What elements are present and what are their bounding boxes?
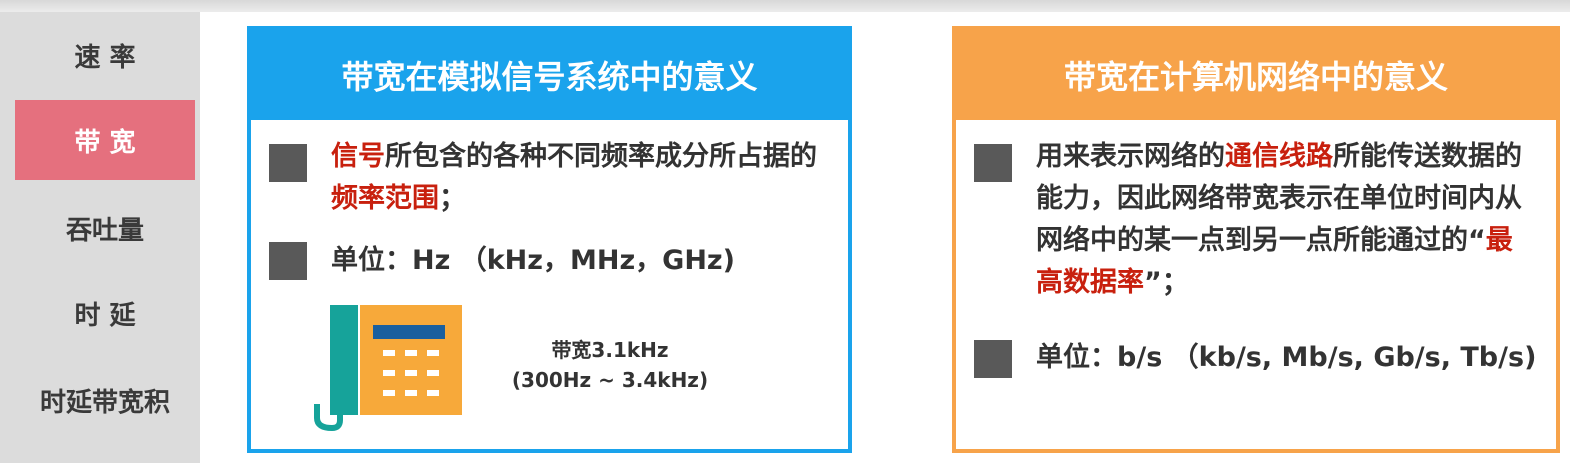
sidebar-item-delay-bandwidth-product[interactable]: 时延带宽积 — [15, 360, 195, 440]
bullet-square-icon — [269, 242, 307, 280]
highlight-signal: 信号 — [331, 141, 385, 172]
top-bar — [0, 0, 1570, 12]
sidebar-nav: 速 率 带 宽 吞吐量 时 延 时延带宽积 — [0, 12, 200, 463]
network-definition-start: 用来表示网络的 — [1036, 141, 1225, 172]
network-definition: 用来表示网络的通信线路所能传送数据的能力，因此网络带宽表示在单位时间内从网络中的… — [1036, 136, 1536, 304]
network-unit: 单位：b/s （kb/s, Mb/s, Gb/s, Tb/s) — [1036, 342, 1537, 373]
bullet-square-icon — [974, 340, 1012, 378]
highlight-frequency-range: 频率范围 — [331, 183, 439, 214]
telephone-icon — [314, 305, 462, 432]
bullet-square-icon — [974, 144, 1012, 182]
sidebar-item-bandwidth[interactable]: 带 宽 — [15, 100, 195, 180]
analog-definition-end: ； — [439, 183, 466, 214]
caption-bandwidth: 带宽3.1kHz — [551, 338, 669, 362]
sidebar-item-delay[interactable]: 时 延 — [15, 273, 195, 353]
highlight-communication-line: 通信线路 — [1225, 141, 1333, 172]
analog-card-title: 带宽在模拟信号系统中的意义 — [251, 30, 848, 120]
network-card-title: 带宽在计算机网络中的意义 — [956, 30, 1556, 120]
sidebar-item-throughput[interactable]: 吞吐量 — [15, 188, 195, 268]
caption-range: (300Hz ~ 3.4kHz) — [511, 368, 709, 392]
sidebar-item-speed[interactable]: 速 率 — [15, 15, 195, 95]
analog-definition-text: 所包含的各种不同频率成分所占据的 — [385, 141, 817, 172]
network-bandwidth-card: 带宽在计算机网络中的意义 用来表示网络的通信线路所能传送数据的能力，因此网络带宽… — [952, 26, 1560, 453]
bullet-square-icon — [269, 144, 307, 182]
network-definition-end: ”； — [1144, 267, 1189, 298]
analog-bandwidth-caption: 带宽3.1kHz (300Hz ~ 3.4kHz) — [500, 335, 720, 395]
analog-definition: 信号所包含的各种不同频率成分所占据的频率范围； — [331, 136, 831, 220]
analog-unit: 单位：Hz （kHz，MHz，GHz) — [331, 245, 735, 276]
